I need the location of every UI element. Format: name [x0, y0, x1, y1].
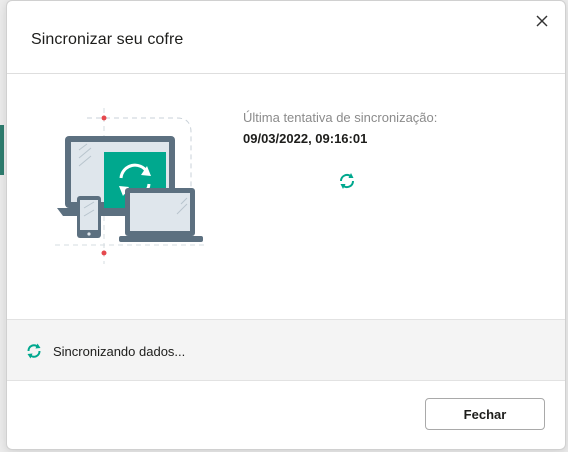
last-sync-label: Última tentativa de sincronização:: [243, 110, 438, 125]
sync-status-text: Sincronizando dados...: [53, 344, 186, 359]
sync-status-bar: Sincronizando dados...: [7, 319, 565, 381]
dialog-footer: Fechar: [7, 381, 565, 449]
sync-icon: [25, 342, 43, 360]
dialog-title: Sincronizar seu cofre: [31, 31, 184, 48]
dialog-header: Sincronizar seu cofre: [7, 1, 565, 74]
close-button[interactable]: Fechar: [425, 398, 545, 430]
devices-sync-illustration: [47, 104, 207, 264]
sync-vault-dialog: Sincronizar seu cofre Última tentativa d…: [6, 0, 566, 450]
close-icon[interactable]: [531, 10, 553, 32]
sync-spinner-icon: [336, 170, 358, 192]
last-sync-timestamp: 09/03/2022, 09:16:01: [243, 131, 368, 146]
background-accent-strip: [0, 125, 4, 175]
dialog-content: Última tentativa de sincronização: 09/03…: [7, 74, 565, 319]
